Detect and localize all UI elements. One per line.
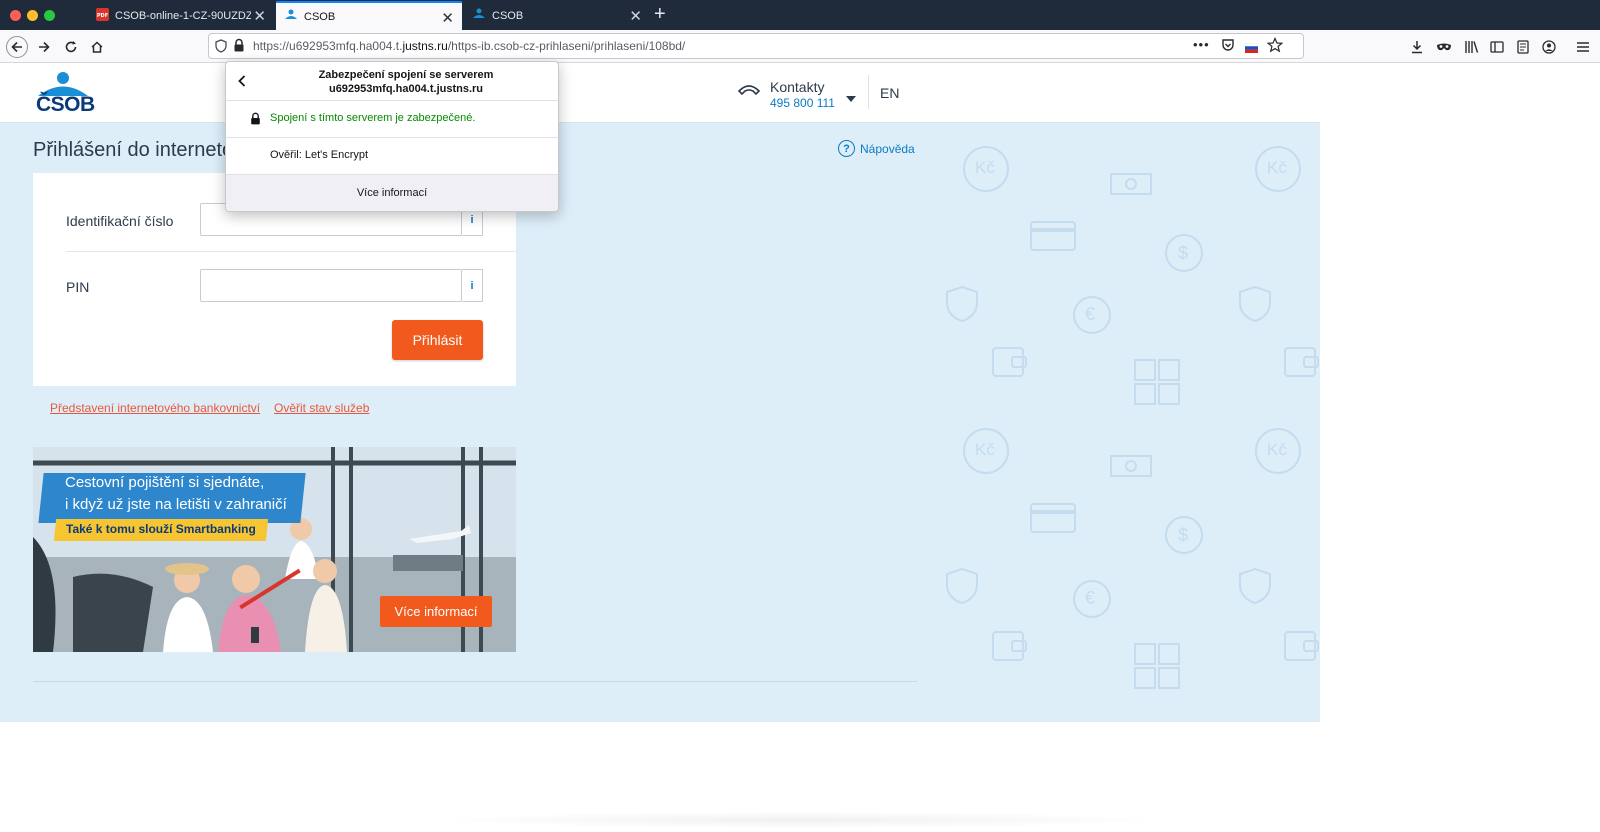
address-bar[interactable]: https://u692953mfq.ha004.t.justns.ru/htt…: [208, 33, 1304, 59]
window-shadow: [430, 812, 1170, 828]
verified-by-text: Ověřil: Let's Encrypt: [270, 149, 369, 161]
close-window-button[interactable]: [10, 10, 21, 21]
new-tab-icon[interactable]: +: [654, 3, 666, 26]
wallet-icon: [992, 631, 1027, 661]
tab-csob-active[interactable]: CSOB ✕: [276, 1, 462, 30]
shield-icon: [946, 567, 978, 605]
lock-icon: [250, 112, 261, 130]
forward-icon[interactable]: [33, 36, 55, 58]
footer-divider: [33, 681, 917, 682]
czk-symbol: Kč: [975, 440, 995, 459]
downloads-icon[interactable]: [1406, 36, 1428, 58]
contacts-phone[interactable]: 495 800 111: [770, 96, 835, 110]
tab-label: CSOB: [492, 9, 524, 22]
csob-favicon-icon: [284, 9, 298, 24]
library-icon[interactable]: [1460, 36, 1482, 58]
tab-label: CSOB: [304, 10, 336, 23]
eur-symbol: €: [1085, 588, 1096, 608]
wallet-icon: [992, 347, 1027, 377]
page-viewport: Kč Kč $ € Kč Kč $ € ČSOB Kontakty 495 80…: [0, 63, 1320, 722]
help-question-icon: ?: [838, 140, 855, 157]
bookmark-star-icon[interactable]: [1266, 37, 1284, 58]
browser-toolbar: https://u692953mfq.ha004.t.justns.ru/htt…: [0, 30, 1600, 63]
shield-icon: [1239, 567, 1271, 605]
banknote-icon: [1110, 173, 1152, 195]
calculator-icon: [1134, 643, 1180, 689]
close-tab-icon[interactable]: ✕: [629, 7, 642, 25]
close-tab-icon[interactable]: ✕: [441, 9, 454, 27]
banner-more-info-button[interactable]: Více informací: [380, 596, 492, 627]
back-chevron-icon[interactable]: [238, 74, 246, 92]
czk-symbol: Kč: [1267, 158, 1287, 177]
czk-symbol: Kč: [975, 158, 995, 177]
account-icon[interactable]: [1538, 36, 1560, 58]
secure-connection-row: Spojení s tímto serverem je zabezpečené.: [226, 100, 558, 137]
site-header: ČSOB Kontakty 495 800 111 EN: [0, 63, 1320, 123]
close-tab-icon[interactable]: ✕: [253, 7, 266, 25]
secure-connection-text: Spojení s tímto serverem je zabezpečené.: [270, 112, 476, 124]
pin-field-label: PIN: [66, 279, 90, 295]
shield-icon: [1239, 285, 1271, 323]
help-label: Nápověda: [860, 141, 915, 156]
credit-card-icon: [1030, 503, 1076, 533]
page-actions-icon[interactable]: •••: [1193, 37, 1210, 52]
back-icon[interactable]: [6, 36, 28, 58]
lock-icon[interactable]: [233, 38, 245, 58]
pdf-icon: PDF: [96, 7, 109, 24]
pin-input[interactable]: [200, 269, 462, 302]
russian-flag-icon[interactable]: [1244, 40, 1259, 58]
czk-symbol: Kč: [1267, 440, 1287, 459]
banner-headline-line1: Cestovní pojištění si sjednáte,: [65, 474, 265, 491]
pin-info-button[interactable]: i: [462, 269, 483, 302]
promo-banner[interactable]: Cestovní pojištění si sjednáte, i když u…: [33, 447, 516, 652]
tab-pdf[interactable]: PDF CSOB-online-1-CZ-90UZDZ.pd ✕: [88, 1, 274, 30]
csob-favicon-icon: [472, 8, 486, 23]
eur-symbol: €: [1085, 304, 1096, 324]
usd-symbol: $: [1178, 525, 1189, 545]
banknote-icon: [1110, 455, 1152, 477]
pocket-icon[interactable]: [1221, 38, 1235, 57]
contacts-menu[interactable]: Kontakty 495 800 111: [770, 79, 835, 110]
chevron-down-icon[interactable]: [846, 89, 856, 107]
home-icon[interactable]: [86, 36, 108, 58]
menu-icon[interactable]: [1572, 36, 1594, 58]
sidebar-icon[interactable]: [1486, 36, 1508, 58]
private-mask-icon[interactable]: [1433, 36, 1455, 58]
help-link[interactable]: ? Nápověda: [838, 140, 915, 157]
banner-headline-line2: i když už jste na letišti v zahraničí: [65, 496, 287, 513]
field-divider: [66, 251, 516, 252]
credit-card-icon: [1030, 221, 1076, 251]
language-switch[interactable]: EN: [880, 85, 899, 101]
usd-symbol: $: [1178, 243, 1189, 263]
calculator-icon: [1134, 359, 1180, 405]
minimize-window-button[interactable]: [27, 10, 38, 21]
browser-tab-bar: PDF CSOB-online-1-CZ-90UZDZ.pd ✕ CSOB ✕ …: [0, 0, 1600, 30]
contacts-label: Kontakty: [770, 79, 825, 95]
tab-csob[interactable]: CSOB ✕: [464, 1, 650, 30]
csob-logo[interactable]: ČSOB: [36, 71, 95, 117]
brand-wordmark: ČSOB: [36, 93, 95, 116]
intro-banking-link[interactable]: Představení internetového bankovnictví: [50, 401, 260, 415]
phone-icon: [737, 83, 761, 102]
tab-label: CSOB-online-1-CZ-90UZDZ.pd: [115, 9, 251, 22]
svg-text:PDF: PDF: [97, 13, 108, 19]
zoom-window-button[interactable]: [44, 10, 55, 21]
tracking-shield-icon[interactable]: [215, 39, 227, 58]
header-divider: [868, 75, 869, 109]
login-button[interactable]: Přihlásit: [392, 320, 483, 360]
wallet-icon: [1284, 631, 1319, 661]
url-text: https://u692953mfq.ha004.t.justns.ru/htt…: [253, 39, 686, 53]
reader-view-icon[interactable]: [1512, 36, 1534, 58]
id-field-label: Identifikační číslo: [66, 213, 174, 229]
more-info-button[interactable]: Více informací: [226, 174, 558, 211]
banner-tagline: Také k tomu slouží Smartbanking: [66, 522, 256, 536]
shield-icon: [946, 285, 978, 323]
wallet-icon: [1284, 347, 1319, 377]
reload-icon[interactable]: [60, 36, 82, 58]
popup-title: Zabezpečení spojení se serverem u692953m…: [318, 69, 494, 95]
service-status-link[interactable]: Ověřit stav služeb: [274, 401, 369, 415]
verifier-row: Ověřil: Let's Encrypt: [226, 137, 558, 174]
site-security-popup: Zabezpečení spojení se serverem u692953m…: [225, 61, 559, 212]
